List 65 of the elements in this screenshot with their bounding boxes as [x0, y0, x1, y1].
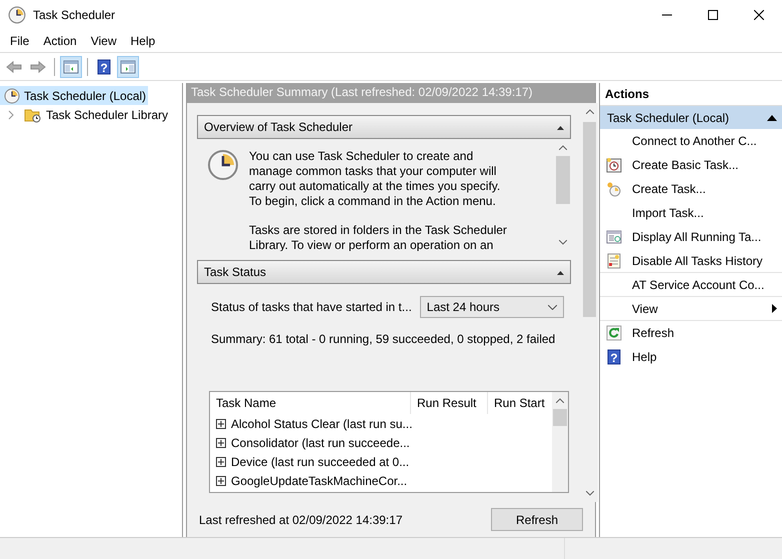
toolbar-button[interactable] — [60, 56, 82, 78]
clock-star-icon — [606, 181, 622, 197]
expand-icon[interactable] — [216, 476, 226, 486]
pane-command[interactable]: AT Service Account Co... — [600, 273, 782, 297]
help-icon: ? — [606, 349, 622, 365]
clock-icon — [8, 6, 26, 24]
menu-item[interactable]: Action — [36, 32, 84, 50]
maximize-icon — [708, 10, 718, 20]
overview-paragraph: You can use Task Scheduler to create and manage common tasks that your computer will carry out automatically at the times you specify. To begin, click a command in the Action menu. — [249, 149, 502, 210]
pane-header: Task Scheduler Summary (Last refreshed: 02/09/2022 14:39:17) — [187, 83, 595, 104]
menu-item[interactable]: View — [84, 32, 124, 50]
section-title: Task Status — [204, 265, 266, 280]
expand-icon[interactable] — [216, 456, 226, 467]
submenu-arrow-icon — [772, 304, 777, 313]
collapse-triangle-icon — [767, 114, 777, 120]
task-list-icon — [606, 229, 622, 245]
task-name[interactable]: Device (last run succeeded at 0... — [231, 454, 410, 469]
expand-chevron-icon[interactable] — [6, 110, 16, 120]
refresh-icon — [606, 325, 622, 341]
pane-command[interactable]: Import Task... — [600, 201, 782, 225]
task-name[interactable]: Alcohol Status Clear (last run su... — [231, 416, 412, 431]
task-name[interactable]: Consolidator (last run succeede... — [231, 436, 410, 450]
menu-item[interactable]: File — [3, 32, 36, 50]
scroll-thumb[interactable] — [553, 409, 567, 426]
pane-command[interactable]: Connect to Another C... — [600, 129, 782, 153]
column-header[interactable]: Run Start — [488, 392, 552, 414]
console-tree-icon — [62, 58, 80, 76]
pane-command[interactable]: View — [600, 297, 782, 321]
scroll-thumb[interactable] — [556, 156, 570, 204]
folder-clock-icon — [24, 106, 42, 122]
collapse-icon[interactable] — [557, 124, 564, 130]
scroll-thumb[interactable] — [583, 122, 596, 318]
refresh-button[interactable]: Refresh — [491, 508, 583, 532]
history-list-icon — [606, 252, 622, 268]
collapse-icon[interactable] — [557, 270, 564, 275]
action-group-header[interactable]: Task Scheduler (Local) — [600, 106, 782, 129]
last-refreshed-text: Last refreshed at 02/09/2022 14:39:17 — [199, 512, 402, 527]
toolbar-button[interactable] — [117, 56, 139, 78]
column-header[interactable]: Run Result — [411, 392, 488, 414]
pane-command[interactable]: Display All Running Ta... — [600, 225, 782, 249]
window-title: Task Scheduler — [33, 8, 116, 22]
clock-icon — [4, 88, 20, 104]
expand-icon[interactable] — [216, 418, 226, 429]
close-icon — [754, 10, 764, 20]
scrollbar[interactable] — [552, 392, 568, 492]
tree-item[interactable]: Task Scheduler (Local) — [0, 86, 148, 105]
clock-icon — [207, 149, 239, 182]
expand-icon[interactable] — [216, 438, 226, 448]
pane-command[interactable]: ? Help — [600, 345, 782, 369]
section-header[interactable]: Task Status — [197, 260, 571, 284]
column-header[interactable]: Task Name — [210, 392, 411, 414]
menu-item[interactable]: Help — [124, 32, 162, 50]
pane-command[interactable]: Create Task... — [600, 177, 782, 201]
summary-text: Summary: 61 total - 0 running, 59 succeeded, 0 stopped, 2 failed — [211, 332, 556, 346]
tree-item[interactable]: Task Scheduler Library — [20, 105, 170, 124]
filter-label: Status of tasks that have started in t... — [211, 300, 412, 314]
action-pane-icon — [119, 58, 137, 76]
pane-command[interactable]: Refresh — [600, 321, 782, 345]
section-title: Overview of Task Scheduler — [204, 120, 353, 134]
time-range-dropdown[interactable]: Last 24 hours — [420, 296, 564, 318]
section-header[interactable]: Overview of Task Scheduler — [197, 115, 571, 140]
pane-command[interactable]: Create Basic Task... — [600, 153, 782, 177]
pane-command[interactable]: Disable All Tasks History — [600, 249, 782, 273]
calendar-clock-icon — [606, 157, 622, 173]
task-name[interactable]: GoogleUpdateTaskMachineCor... — [231, 474, 408, 488]
